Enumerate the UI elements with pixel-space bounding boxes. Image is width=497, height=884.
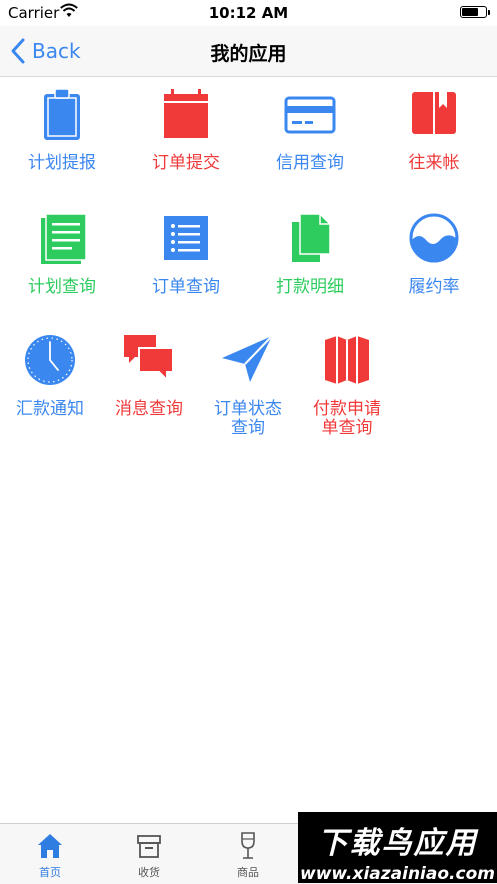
battery-icon: [460, 6, 490, 18]
tab-goods[interactable]: 商品: [198, 824, 298, 884]
home-icon: [38, 834, 62, 858]
app-label: 订单状态 查询: [214, 399, 282, 438]
clock-icon: [25, 335, 75, 385]
app-item-message-query[interactable]: 消息查询: [94, 332, 204, 419]
app-item-account[interactable]: 往来帐: [379, 86, 489, 173]
page-title: 我的应用: [210, 43, 287, 65]
app-item-fulfillment-rate[interactable]: 履约率: [379, 210, 489, 297]
app-item-remittance-notice[interactable]: 汇款通知: [0, 332, 105, 419]
tab-home[interactable]: 首页: [0, 824, 100, 884]
tab-receive[interactable]: 收货: [99, 824, 199, 884]
app-label: 打款明细: [276, 277, 344, 297]
app-label: 计划查询: [28, 277, 96, 297]
app-label: 汇款通知: [16, 399, 84, 419]
watermark-logo: 下载鸟应用 www.xiazainiao.com: [298, 812, 497, 884]
app-label: 消息查询: [115, 399, 183, 419]
list-icon: [164, 216, 208, 260]
wave-circle-icon: [409, 213, 459, 263]
app-label: 计划提报: [28, 153, 96, 173]
status-bar: Carrier 10:12 AM: [0, 0, 497, 26]
status-time: 10:12 AM: [208, 4, 289, 22]
tab-label: 首页: [39, 866, 61, 879]
calendar-icon: [164, 89, 208, 138]
app-label: 信用查询: [276, 153, 344, 173]
tab-label: 收货: [138, 866, 160, 879]
wine-glass-icon: [241, 832, 255, 859]
archive-box-icon: [137, 835, 161, 858]
app-item-credit-query[interactable]: 信用查询: [255, 86, 365, 173]
credit-card-icon: [284, 96, 336, 134]
copy-files-icon: [292, 213, 331, 262]
chat-bubbles-icon: [124, 335, 174, 383]
navigation-bar: Back 我的应用: [0, 26, 497, 77]
app-item-plan-query[interactable]: 计划查询: [7, 210, 117, 297]
app-label: 付款申请 单查询: [313, 399, 381, 438]
app-label: 往来帐: [408, 153, 460, 173]
app-item-order-submit[interactable]: 订单提交: [131, 86, 241, 173]
app-item-payment-detail[interactable]: 打款明细: [255, 210, 365, 297]
tab-label: 商品: [237, 866, 259, 879]
app-item-order-query[interactable]: 订单查询: [131, 210, 241, 297]
bookmark-book-icon: [412, 92, 456, 138]
map-icon: [325, 336, 369, 384]
app-item-payment-request-query[interactable]: 付款申请 单查询: [292, 332, 402, 438]
watermark-url: www.xiazainiao.com: [300, 864, 495, 884]
document-lines-icon: [41, 213, 87, 264]
paper-plane-icon: [222, 335, 273, 382]
watermark-title: 下载鸟应用: [317, 826, 478, 861]
app-item-order-status-query[interactable]: 订单状态 查询: [193, 332, 303, 438]
app-label: 履约率: [408, 277, 460, 297]
app-label: 订单提交: [152, 153, 220, 173]
clipboard-icon: [44, 88, 80, 140]
app-label: 订单查询: [152, 277, 220, 297]
app-item-plan-submit[interactable]: 计划提报: [7, 86, 117, 173]
